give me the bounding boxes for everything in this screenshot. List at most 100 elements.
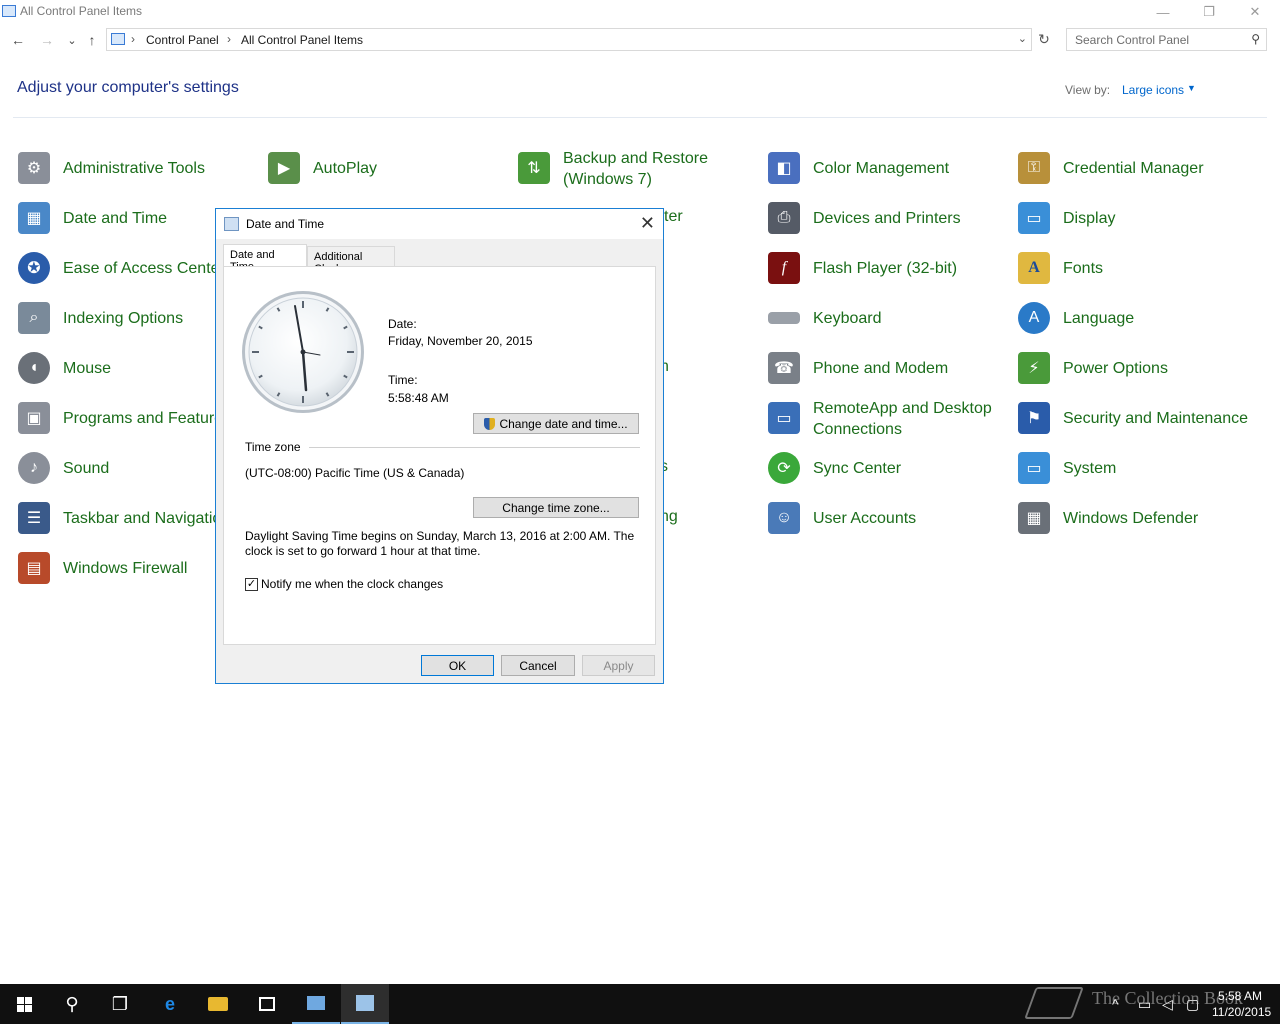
item-label: Phone and Modem <box>813 360 949 377</box>
breadcrumb-control-panel[interactable]: Control Panel <box>146 33 219 47</box>
item-label: Sync Center <box>813 460 902 477</box>
item-devices-and-printers[interactable]: ⎙ Devices and Printers <box>768 196 1018 240</box>
change-time-zone-button[interactable]: Change time zone... <box>473 497 639 518</box>
firewall-icon: ▤ <box>18 552 50 584</box>
speaker-icon: ♪ <box>18 452 50 484</box>
item-label: Mouse <box>63 360 112 377</box>
timezone-value: (UTC-08:00) Pacific Time (US & Canada) <box>245 466 465 480</box>
item-label: Programs and Features <box>63 410 215 427</box>
chevron-down-icon[interactable]: ⌄ <box>1018 32 1027 45</box>
notify-checkbox[interactable]: ✓ <box>245 578 258 591</box>
cancel-button[interactable]: Cancel <box>501 655 575 676</box>
notify-label[interactable]: Notify me when the clock changes <box>261 577 443 591</box>
font-folder-icon: A <box>1018 252 1050 284</box>
item-label: Security and Maintenance <box>1063 410 1248 427</box>
programs-icon: ▣ <box>18 402 50 434</box>
back-button[interactable]: ← <box>8 29 28 51</box>
color-management-icon: ◧ <box>768 152 800 184</box>
users-icon: ☺ <box>768 502 800 534</box>
item-label-line2: (Windows 7) <box>563 171 652 188</box>
search-input[interactable]: Search Control Panel ⚲ <box>1066 28 1267 51</box>
forward-button[interactable]: → <box>37 29 57 51</box>
close-button[interactable]: ✕ <box>1232 0 1278 24</box>
item-flash-player[interactable]: f Flash Player (32-bit) <box>768 246 1018 290</box>
taskbar-date[interactable]: 11/20/2015 <box>1212 1005 1271 1019</box>
item-phone-and-modem[interactable]: ☎ Phone and Modem <box>768 346 1018 390</box>
clock-face-icon <box>242 291 364 413</box>
apply-button[interactable]: Apply <box>582 655 655 676</box>
ok-button[interactable]: OK <box>421 655 494 676</box>
item-color-management[interactable]: ◧ Color Management <box>768 146 1018 190</box>
item-user-accounts[interactable]: ☺ User Accounts <box>768 496 1018 540</box>
window-title: All Control Panel Items <box>20 4 143 18</box>
uac-shield-icon <box>484 417 496 430</box>
dialog-close-button[interactable]: ✕ <box>640 213 655 234</box>
item-backup-and-restore[interactable]: ⇅ Backup and Restore (Windows 7) <box>518 146 768 190</box>
item-label: Taskbar and Navigation <box>63 510 215 527</box>
item-label-line1: RemoteApp and Desktop <box>813 400 992 417</box>
item-keyboard[interactable]: Keyboard <box>768 296 1018 340</box>
recent-locations-button[interactable]: ⌄ <box>62 29 82 51</box>
item-autoplay[interactable]: ▶ AutoPlay <box>268 146 518 190</box>
item-label: Color Management <box>813 160 950 177</box>
timezone-heading: Time zone <box>245 440 301 454</box>
item-label: Sound <box>63 460 110 477</box>
mouse-icon: ◖ <box>18 352 50 384</box>
folder-icon[interactable] <box>194 984 242 1024</box>
search-icon[interactable]: ⚲ <box>48 984 96 1024</box>
control-panel-icon <box>2 5 16 17</box>
refresh-button[interactable]: ↻ <box>1034 28 1054 50</box>
item-display[interactable]: ▭ Display <box>1018 196 1268 240</box>
item-system[interactable]: ▭ System <box>1018 446 1268 490</box>
edge-icon[interactable]: e <box>146 984 194 1024</box>
windows-logo-icon[interactable] <box>0 984 48 1024</box>
defender-icon: ▦ <box>1018 502 1050 534</box>
change-date-time-button[interactable]: Change date and time... <box>473 413 639 434</box>
item-administrative-tools[interactable]: ⚙ Administrative Tools <box>18 146 268 190</box>
autoplay-icon: ▶ <box>268 152 300 184</box>
calendar-clock-icon <box>224 217 239 231</box>
item-power-options[interactable]: ⚡ Power Options <box>1018 346 1268 390</box>
item-credential-manager[interactable]: ⚿ Credential Manager <box>1018 146 1268 190</box>
control-panel-taskbar-icon[interactable] <box>292 984 340 1024</box>
item-fonts[interactable]: A Fonts <box>1018 246 1268 290</box>
phone-icon: ☎ <box>768 352 800 384</box>
item-language[interactable]: A Language <box>1018 296 1268 340</box>
view-by-label: View by: <box>1065 83 1111 97</box>
item-label: Ease of Access Center <box>63 260 225 277</box>
time-value: 5:58:48 AM <box>388 391 449 405</box>
page-title: Adjust your computer's settings <box>17 79 239 96</box>
store-icon[interactable] <box>243 984 291 1024</box>
item-label-partial[interactable]: ter <box>664 208 683 226</box>
dst-notice: Daylight Saving Time begins on Sunday, M… <box>245 529 635 558</box>
item-label: System <box>1063 460 1117 477</box>
item-label: Language <box>1063 310 1135 327</box>
window-titlebar: All Control Panel Items — ❐ ✕ <box>0 0 1280 24</box>
item-sync-center[interactable]: ⟳ Sync Center <box>768 446 1018 490</box>
vault-icon: ⚿ <box>1018 152 1050 184</box>
search-placeholder: Search Control Panel <box>1075 33 1190 47</box>
item-remoteapp[interactable]: ▭ RemoteApp and Desktop Connections <box>768 396 1018 440</box>
minimize-button[interactable]: — <box>1140 0 1186 24</box>
tab-panel: Date: Friday, November 20, 2015 Time: 5:… <box>223 266 656 645</box>
tab-date-and-time[interactable]: Date and Time <box>223 244 307 273</box>
search-icon: ⚲ <box>1251 32 1260 46</box>
tools-icon: ⚙ <box>18 152 50 184</box>
address-bar[interactable]: › Control Panel › All Control Panel Item… <box>106 28 1032 51</box>
view-by-dropdown[interactable]: Large icons <box>1122 83 1184 97</box>
date-time-taskbar-icon[interactable] <box>341 984 389 1024</box>
restore-button[interactable]: ❐ <box>1186 0 1232 24</box>
control-panel-icon <box>111 33 125 45</box>
item-windows-defender[interactable]: ▦ Windows Defender <box>1018 496 1268 540</box>
printer-icon: ⎙ <box>768 202 800 234</box>
item-label: AutoPlay <box>313 160 378 177</box>
tab-additional-clocks[interactable]: Additional Clocks <box>307 246 395 275</box>
item-security-and-maintenance[interactable]: ⚑ Security and Maintenance <box>1018 396 1268 440</box>
dropdown-arrow-icon[interactable]: ▼ <box>1187 83 1196 93</box>
analog-clock <box>240 289 366 420</box>
taskbar-time[interactable]: 5:58 AM <box>1218 989 1262 1003</box>
up-button[interactable]: ↑ <box>82 29 102 51</box>
task-view-icon[interactable]: ❐ <box>96 984 144 1024</box>
breadcrumb-all-items[interactable]: All Control Panel Items <box>241 33 363 47</box>
calendar-clock-icon: ▦ <box>18 202 50 234</box>
